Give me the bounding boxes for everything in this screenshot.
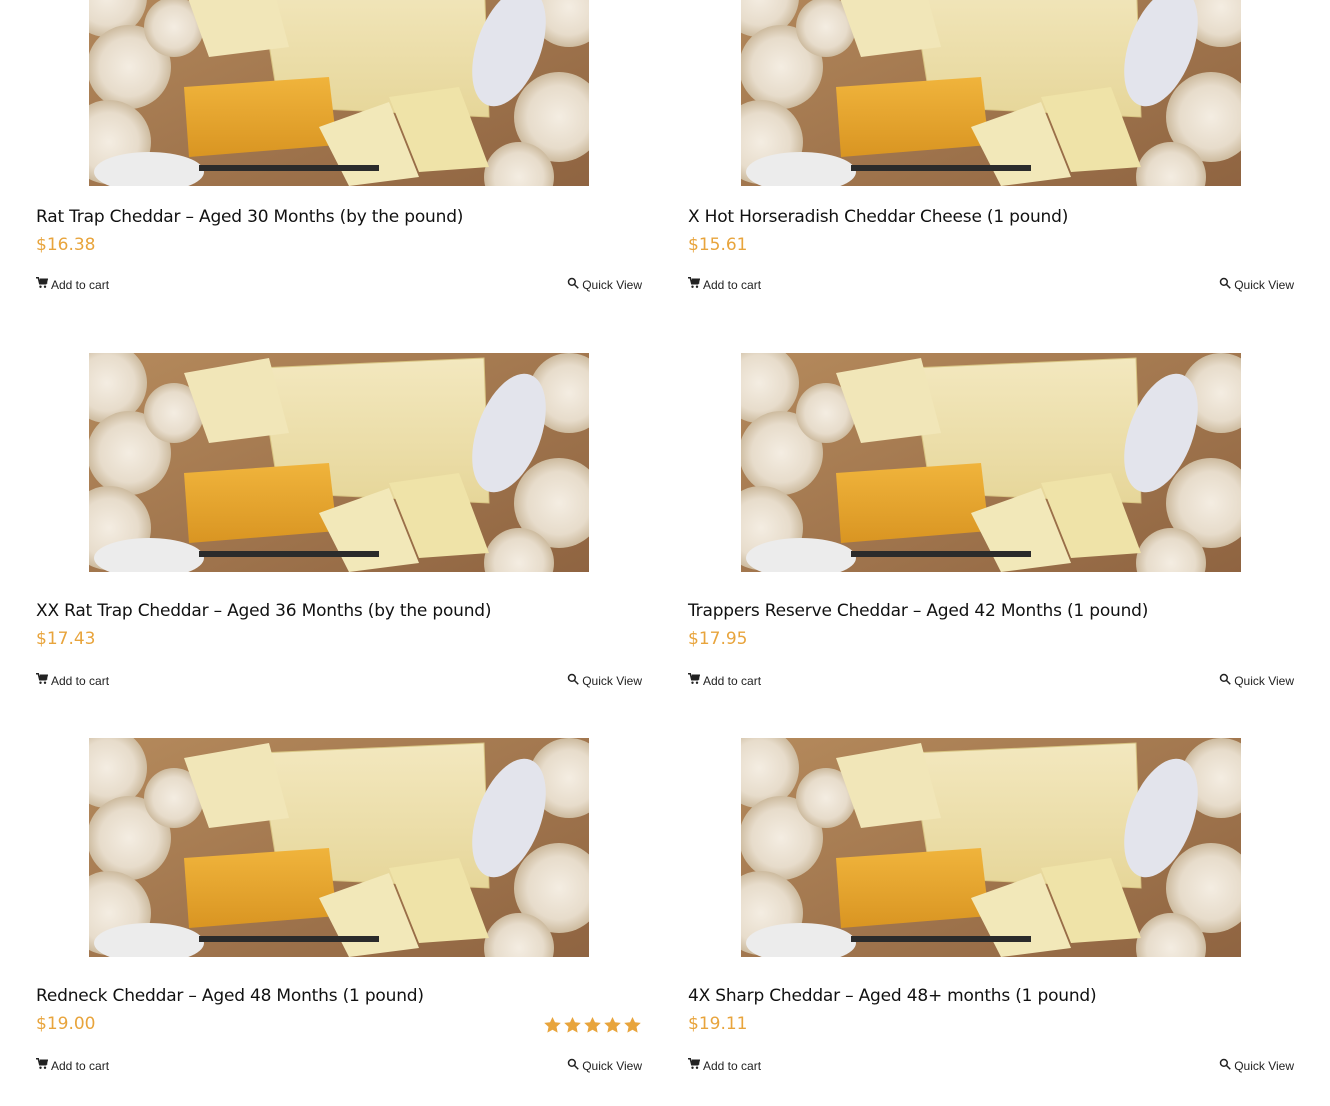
quick-view-button[interactable]: Quick View — [1219, 673, 1294, 688]
product-price: $17.95 — [688, 629, 748, 649]
shopping-cart-icon — [688, 673, 701, 688]
shopping-cart-icon — [688, 1058, 701, 1073]
quick-view-label: Quick View — [1234, 673, 1294, 688]
shopping-cart-icon — [36, 673, 49, 688]
shopping-cart-icon — [36, 277, 49, 292]
star-icon — [544, 1016, 561, 1033]
star-icon — [564, 1016, 581, 1033]
product-image[interactable] — [89, 0, 589, 186]
product-card: Redneck Cheddar – Aged 48 Months (1 poun… — [36, 738, 642, 1106]
quick-view-button[interactable]: Quick View — [1219, 277, 1294, 292]
shopping-cart-icon — [36, 1058, 49, 1073]
quick-view-button[interactable]: Quick View — [567, 277, 642, 292]
product-grid: Rat Trap Cheddar – Aged 30 Months (by th… — [0, 0, 1330, 1106]
product-title[interactable]: X Hot Horseradish Cheddar Cheese (1 poun… — [688, 207, 1068, 227]
product-image[interactable] — [89, 353, 589, 572]
search-icon — [567, 673, 579, 688]
quick-view-button[interactable]: Quick View — [567, 1058, 642, 1073]
star-icon — [584, 1016, 601, 1033]
quick-view-button[interactable]: Quick View — [567, 673, 642, 688]
star-icon — [604, 1016, 621, 1033]
product-price: $15.61 — [688, 235, 748, 255]
search-icon — [1219, 277, 1231, 292]
product-title[interactable]: Redneck Cheddar – Aged 48 Months (1 poun… — [36, 986, 424, 1006]
product-title[interactable]: Rat Trap Cheddar – Aged 30 Months (by th… — [36, 207, 463, 227]
product-price: $19.11 — [688, 1014, 748, 1034]
quick-view-label: Quick View — [582, 277, 642, 292]
quick-view-button[interactable]: Quick View — [1219, 1058, 1294, 1073]
add-to-cart-label: Add to cart — [703, 277, 762, 292]
quick-view-label: Quick View — [582, 673, 642, 688]
add-to-cart-button[interactable]: Add to cart — [688, 673, 761, 688]
product-price: $19.00 — [36, 1014, 96, 1034]
product-image[interactable] — [89, 738, 589, 957]
quick-view-label: Quick View — [582, 1058, 642, 1073]
add-to-cart-label: Add to cart — [51, 277, 110, 292]
product-card: 4X Sharp Cheddar – Aged 48+ months (1 po… — [688, 738, 1294, 1106]
add-to-cart-button[interactable]: Add to cart — [36, 673, 109, 688]
quick-view-label: Quick View — [1234, 1058, 1294, 1073]
add-to-cart-label: Add to cart — [51, 1058, 110, 1073]
product-image[interactable] — [741, 353, 1241, 572]
search-icon — [567, 277, 579, 292]
quick-view-label: Quick View — [1234, 277, 1294, 292]
add-to-cart-label: Add to cart — [703, 1058, 762, 1073]
add-to-cart-label: Add to cart — [51, 673, 110, 688]
product-card: Rat Trap Cheddar – Aged 30 Months (by th… — [36, 0, 642, 352]
product-card: X Hot Horseradish Cheddar Cheese (1 poun… — [688, 0, 1294, 352]
product-title[interactable]: XX Rat Trap Cheddar – Aged 36 Months (by… — [36, 601, 492, 621]
star-icon — [624, 1016, 641, 1033]
search-icon — [567, 1058, 579, 1073]
product-card: Trappers Reserve Cheddar – Aged 42 Month… — [688, 353, 1294, 738]
product-title[interactable]: Trappers Reserve Cheddar – Aged 42 Month… — [688, 601, 1148, 621]
add-to-cart-button[interactable]: Add to cart — [36, 1058, 109, 1073]
product-title[interactable]: 4X Sharp Cheddar – Aged 48+ months (1 po… — [688, 986, 1097, 1006]
star-rating — [543, 1016, 642, 1038]
product-price: $17.43 — [36, 629, 96, 649]
add-to-cart-button[interactable]: Add to cart — [688, 1058, 761, 1073]
add-to-cart-label: Add to cart — [703, 673, 762, 688]
add-to-cart-button[interactable]: Add to cart — [36, 277, 109, 292]
search-icon — [1219, 673, 1231, 688]
add-to-cart-button[interactable]: Add to cart — [688, 277, 761, 292]
shopping-cart-icon — [688, 277, 701, 292]
search-icon — [1219, 1058, 1231, 1073]
product-image[interactable] — [741, 0, 1241, 186]
product-image[interactable] — [741, 738, 1241, 957]
product-card: XX Rat Trap Cheddar – Aged 36 Months (by… — [36, 353, 642, 738]
product-price: $16.38 — [36, 235, 96, 255]
